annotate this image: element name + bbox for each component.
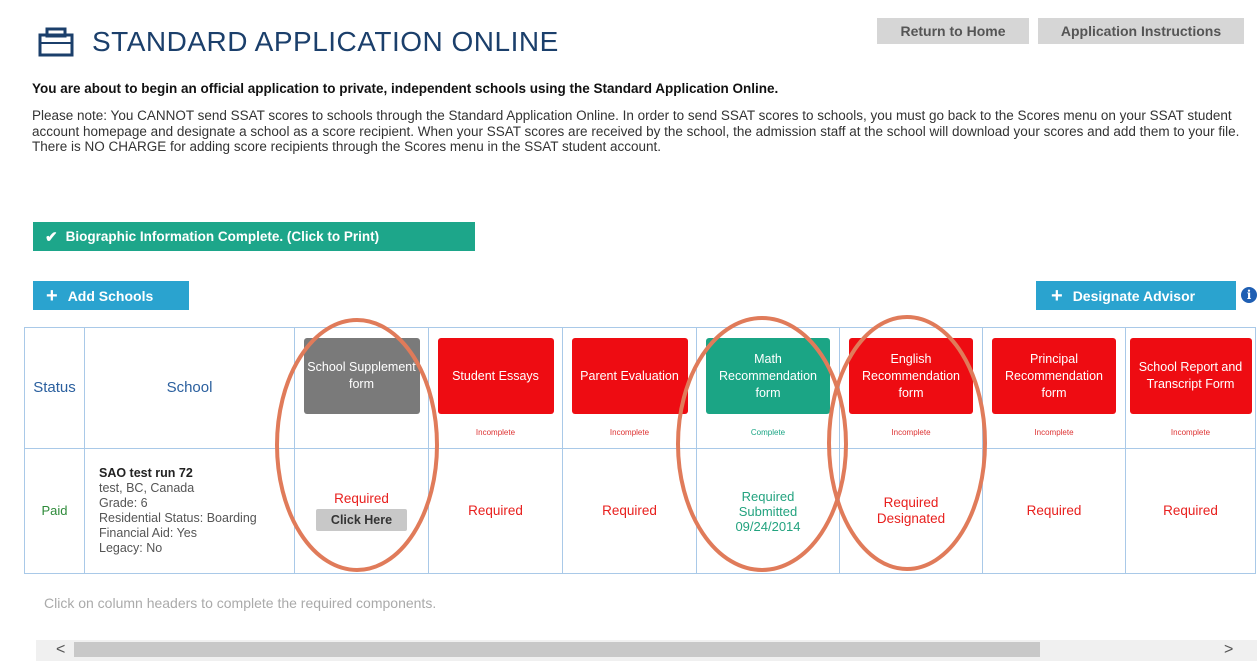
required-text: Required: [883, 495, 939, 510]
biographic-info-button[interactable]: ✔ Biographic Information Complete. (Clic…: [33, 222, 475, 251]
school-grade: Grade: 6: [99, 496, 148, 510]
supplement-cell: Required Click Here: [294, 448, 429, 574]
component-status: Incomplete: [609, 428, 650, 437]
submitted-text: Submitted: [738, 503, 798, 519]
legacy-status: Legacy: No: [99, 541, 163, 555]
application-table: Status School School Supplement form Stu…: [24, 327, 1256, 574]
financial-aid: Financial Aid: Yes: [99, 526, 197, 540]
math-recommendation-button[interactable]: Math Recommendation form: [706, 338, 830, 414]
table-row: Paid SAO test run 72 test, BC, Canada Gr…: [24, 448, 1256, 574]
page-title-area: STANDARD APPLICATION ONLINE: [38, 26, 559, 58]
intro-text: You are about to begin an official appli…: [32, 81, 779, 96]
school-header: School: [84, 327, 295, 449]
add-schools-button[interactable]: + Add Schools: [33, 281, 189, 310]
designated-text: Designated: [876, 511, 946, 526]
component-status: [295, 428, 428, 438]
school-report-cell: Required: [1125, 448, 1256, 574]
required-text: Required: [1163, 503, 1218, 518]
component-status: Incomplete: [1034, 428, 1074, 437]
residential-status: Residential Status: Boarding: [99, 511, 257, 525]
info-icon[interactable]: i: [1241, 287, 1257, 303]
status-header-label: Status: [33, 379, 76, 396]
school-name: SAO test run 72: [99, 466, 193, 480]
required-text: Required: [468, 503, 523, 518]
add-schools-label: Add Schools: [67, 287, 154, 304]
return-home-button[interactable]: Return to Home: [877, 18, 1029, 44]
footer-note: Click on column headers to complete the …: [44, 595, 437, 611]
designate-advisor-button[interactable]: + Designate Advisor: [1036, 281, 1236, 310]
click-here-button[interactable]: Click Here: [316, 509, 407, 531]
parent-cell: Required: [562, 448, 697, 574]
horizontal-scrollbar[interactable]: < >: [36, 640, 1257, 661]
column-header-school-report[interactable]: School Report and Transcript Form Incomp…: [1125, 327, 1256, 449]
column-header-school-supplement[interactable]: School Supplement form: [294, 327, 429, 449]
school-report-button[interactable]: School Report and Transcript Form: [1129, 338, 1252, 414]
school-cell: SAO test run 72 test, BC, Canada Grade: …: [84, 448, 295, 574]
column-header-math-recommendation[interactable]: Math Recommendation form Complete: [696, 327, 840, 449]
checkmark-icon: ✔: [45, 228, 58, 246]
english-cell: Required Designated: [839, 448, 983, 574]
note-text: Please note: You CANNOT send SSAT scores…: [32, 108, 1240, 154]
plus-icon: +: [1051, 284, 1063, 307]
plus-icon: +: [46, 284, 58, 307]
component-status: Incomplete: [475, 428, 516, 437]
column-header-parent-evaluation[interactable]: Parent Evaluation Incomplete: [562, 327, 697, 449]
briefcase-icon: [38, 27, 74, 57]
school-location: test, BC, Canada: [99, 481, 195, 495]
required-text: Required: [334, 491, 389, 506]
school-header-label: School: [166, 379, 213, 396]
page-title: STANDARD APPLICATION ONLINE: [92, 26, 559, 57]
english-recommendation-button[interactable]: English Recommendation form: [849, 338, 973, 414]
submitted-date: 09/24/2014: [735, 518, 801, 534]
column-header-principal-recommendation[interactable]: Principal Recommendation form Incomplete: [982, 327, 1126, 449]
school-supplement-button[interactable]: School Supplement form: [303, 338, 420, 414]
component-status: Incomplete: [891, 428, 931, 437]
required-text: Required: [741, 488, 795, 504]
parent-evaluation-button[interactable]: Parent Evaluation: [571, 338, 688, 414]
designate-advisor-label: Designate Advisor: [1072, 287, 1196, 304]
column-header-student-essays[interactable]: Student Essays Incomplete: [428, 327, 563, 449]
required-text: Required: [1026, 503, 1082, 518]
scroll-right-icon[interactable]: >: [1224, 641, 1233, 659]
math-cell: Required Submitted 09/24/2014: [696, 448, 840, 574]
column-header-english-recommendation[interactable]: English Recommendation form Incomplete: [839, 327, 983, 449]
paid-status: Paid: [41, 503, 68, 518]
status-header: Status: [24, 327, 85, 449]
scroll-left-icon[interactable]: <: [56, 641, 65, 659]
component-status: Complete: [750, 428, 786, 437]
status-cell: Paid: [24, 448, 85, 574]
biographic-info-label: Biographic Information Complete. (Click …: [65, 229, 380, 244]
scroll-thumb[interactable]: [74, 642, 1040, 657]
student-essays-button[interactable]: Student Essays: [437, 338, 554, 414]
principal-recommendation-button[interactable]: Principal Recommendation form: [992, 338, 1116, 414]
component-status: Incomplete: [1170, 428, 1211, 437]
application-instructions-button[interactable]: Application Instructions: [1038, 18, 1244, 44]
essays-cell: Required: [428, 448, 563, 574]
required-text: Required: [602, 503, 657, 518]
table-header-row: Status School School Supplement form Stu…: [24, 327, 1256, 449]
principal-cell: Required: [982, 448, 1126, 574]
